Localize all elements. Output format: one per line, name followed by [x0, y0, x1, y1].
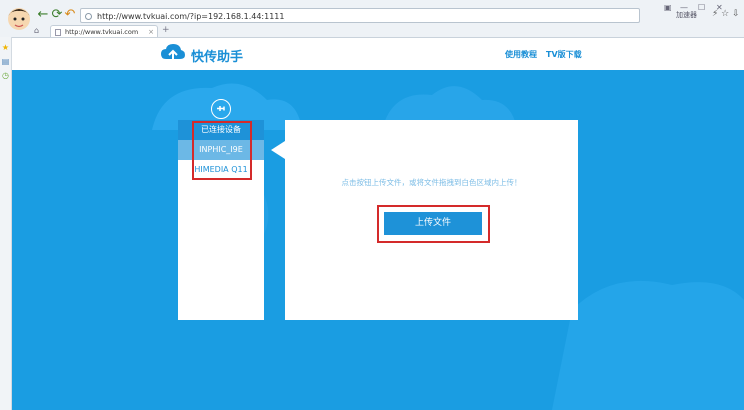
- close-icon[interactable]: ✕: [716, 3, 723, 12]
- site-info-icon[interactable]: [85, 13, 92, 20]
- url-text: http://www.tvkuai.com/?ip=192.168.1.44:1…: [97, 12, 285, 21]
- reading-list-icon[interactable]: ▤: [1, 57, 10, 66]
- plug-icon: [211, 99, 231, 119]
- logo-cloud-icon: [161, 44, 185, 64]
- tab-close-icon[interactable]: ×: [148, 26, 154, 38]
- back-icon[interactable]: ←: [36, 8, 50, 22]
- address-bar[interactable]: http://www.tvkuai.com/?ip=192.168.1.44:1…: [80, 8, 640, 23]
- maximize-icon[interactable]: ☐: [698, 3, 705, 12]
- tab-strip: ⌂ http://www.tvkuai.com × +: [28, 24, 744, 37]
- menu-tutorial-link[interactable]: 使用教程: [505, 49, 537, 60]
- site-header: [12, 38, 744, 70]
- upload-button-highlight: [377, 205, 490, 243]
- undo-icon[interactable]: ↶: [63, 8, 77, 22]
- tab-current[interactable]: http://www.tvkuai.com ×: [50, 25, 158, 37]
- browser-toolbar: ← ⟳ ↶ http://www.tvkuai.com/?ip=192.168.…: [0, 0, 744, 38]
- refresh-icon[interactable]: ⟳: [50, 8, 64, 22]
- device-list-highlight: [192, 121, 252, 180]
- home-icon[interactable]: ⌂: [34, 26, 39, 35]
- site-logo-text[interactable]: 快传助手: [191, 46, 243, 65]
- history-clock-icon[interactable]: ◷: [1, 71, 10, 80]
- page-icon: [55, 29, 61, 36]
- minimize-icon[interactable]: —: [680, 3, 688, 12]
- menu-tv-download-link[interactable]: TV版下载: [546, 49, 582, 60]
- upload-hint-text: 点击按钮上传文件，或将文件拖拽到白色区域内上传！: [341, 178, 522, 187]
- skin-icon[interactable]: ▣: [664, 3, 672, 12]
- panel-pointer: [271, 141, 285, 159]
- browser-sidebar: ★ ▤ ◷: [0, 37, 12, 410]
- favorites-star-icon[interactable]: ★: [1, 43, 10, 52]
- new-tab-icon[interactable]: +: [162, 25, 170, 35]
- tab-title: http://www.tvkuai.com: [65, 28, 139, 36]
